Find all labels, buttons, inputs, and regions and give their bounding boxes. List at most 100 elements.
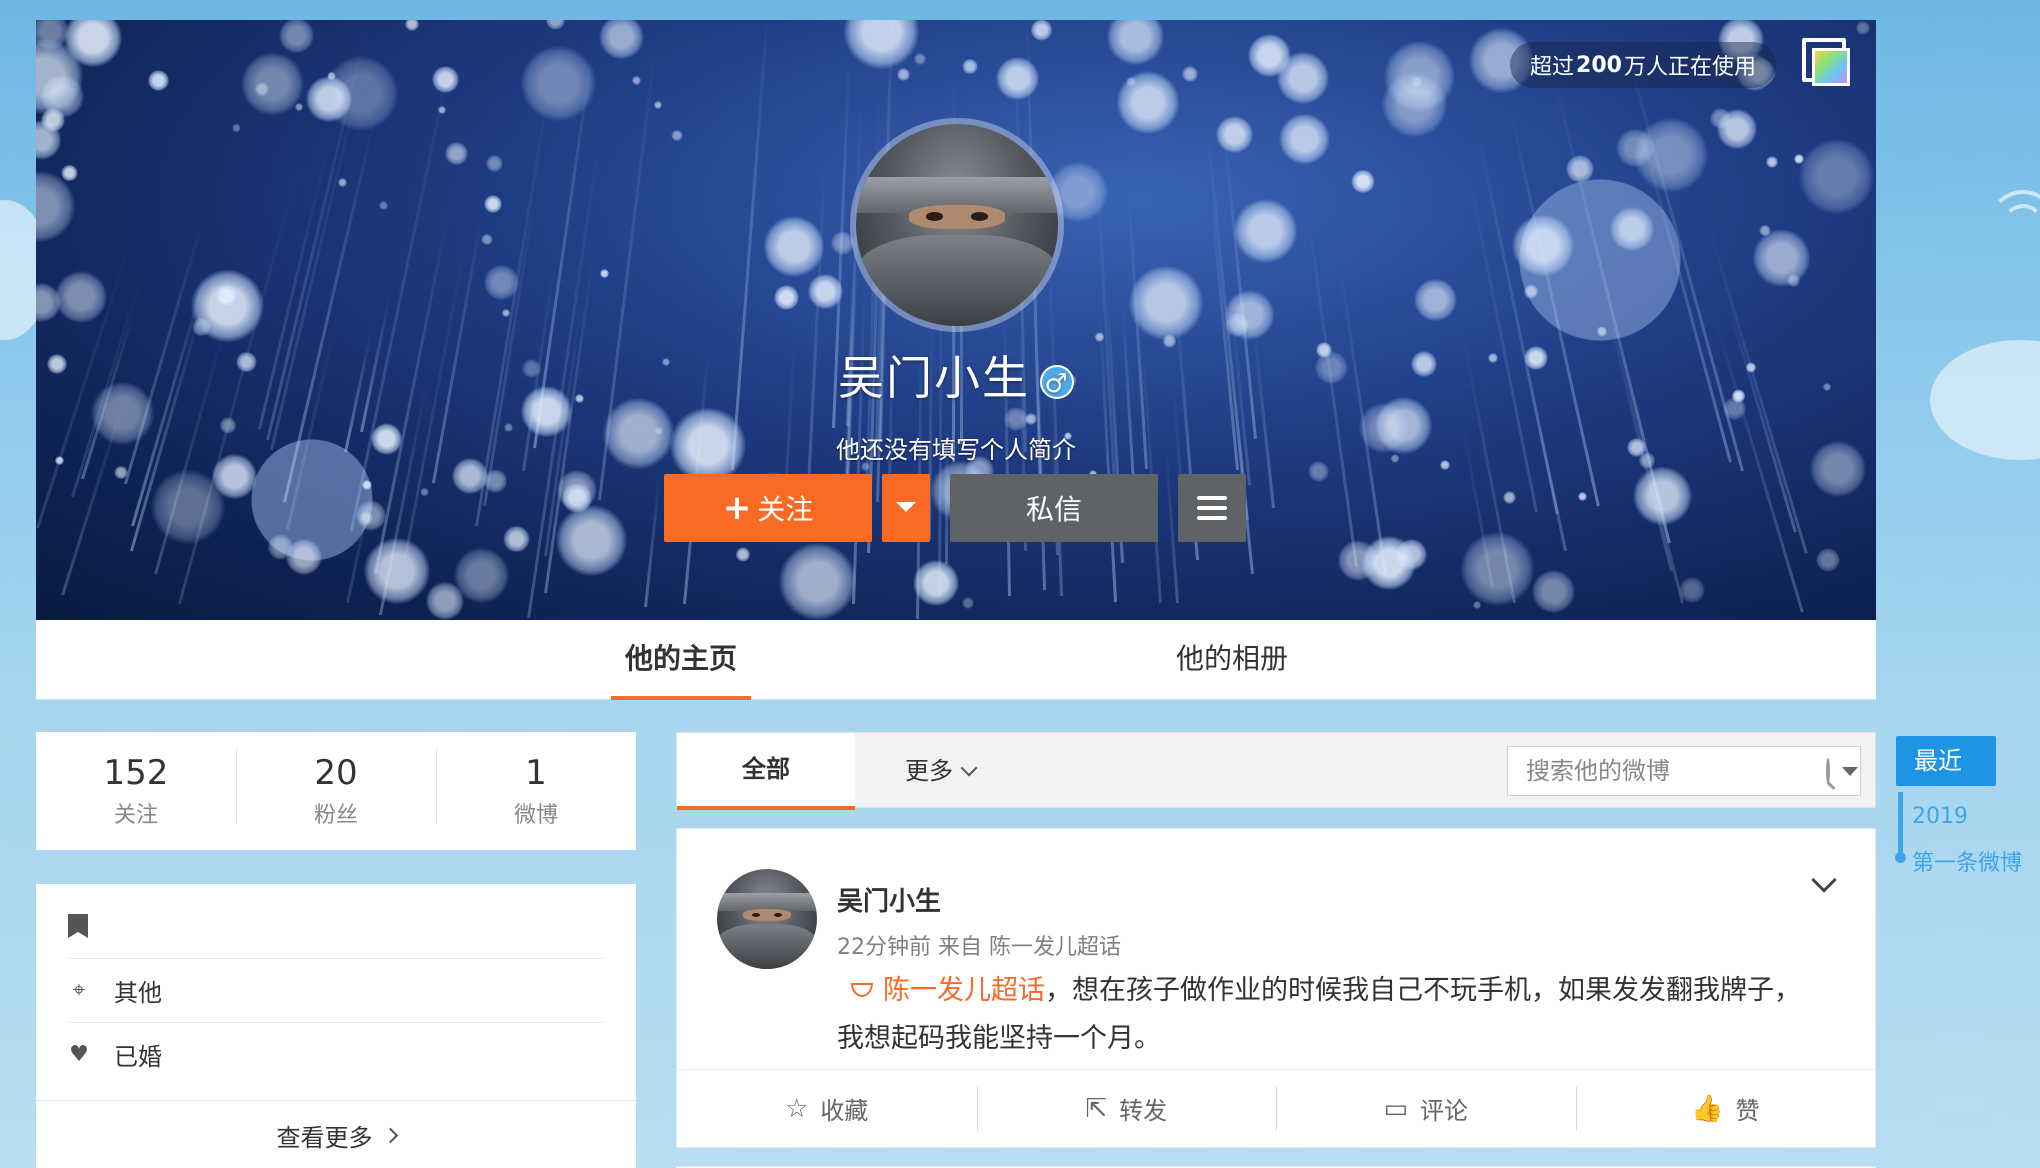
bokeh-light: [61, 164, 78, 182]
bokeh-light: [1030, 20, 1053, 41]
timeline-year[interactable]: 2019: [1912, 804, 1968, 829]
profile-bio: 他还没有填写个人简介: [836, 436, 1076, 464]
topic-link[interactable]: 陈一发儿超话: [883, 975, 1045, 1006]
bokeh-light: [773, 284, 799, 310]
bokeh-light: [1362, 535, 1417, 590]
see-more-label: 查看更多: [276, 1124, 373, 1152]
bokeh-light: [1816, 548, 1841, 573]
background-cloud: [1930, 340, 2040, 460]
bokeh-light: [1532, 569, 1575, 613]
message-button[interactable]: 私信: [950, 474, 1158, 542]
bokeh-light: [632, 75, 641, 85]
bokeh-light: [437, 106, 447, 115]
filter-more-dropdown[interactable]: 更多: [905, 733, 978, 809]
bokeh-light: [1094, 332, 1105, 342]
comment-label: 评论: [1420, 1097, 1469, 1125]
bokeh-light: [1596, 326, 1608, 337]
bokeh-light: [54, 271, 107, 324]
bokeh-light: [148, 69, 170, 91]
thumbs-up-icon: 👍: [1691, 1093, 1724, 1124]
avatar-image: [856, 124, 1058, 326]
bokeh-light: [962, 597, 975, 609]
bokeh-light: [1787, 274, 1801, 288]
bokeh-light: [1512, 214, 1574, 277]
profile-tabbar: 他的主页 他的相册: [36, 620, 1876, 700]
bokeh-light: [364, 538, 430, 604]
profile-name: 吴门小生: [838, 351, 1030, 405]
bokeh-light: [214, 283, 239, 308]
profile-avatar[interactable]: [850, 118, 1064, 332]
post-actions-bar: ☆ 收藏 ⇱ 转发 ▭ 评论 👍 赞: [677, 1069, 1875, 1147]
bokeh-light: [521, 46, 596, 121]
chevron-down-icon: [960, 759, 978, 777]
post-content: 陈一发儿超话，想在孩子做作业的时候我自己不玩手机，如果发发翻我牌子，我想起码我能…: [837, 967, 1817, 1063]
stat-posts-count: 1: [525, 753, 547, 793]
see-more-link[interactable]: 查看更多: [36, 1100, 636, 1168]
usage-badge[interactable]: 超过 200 万人正在使用: [1510, 42, 1776, 88]
bokeh-light: [913, 559, 960, 606]
bokeh-light: [232, 123, 241, 133]
bokeh-light: [445, 141, 469, 165]
bokeh-light: [1414, 279, 1457, 322]
bokeh-light: [545, 20, 565, 30]
skin-template-icon[interactable]: [1802, 38, 1854, 90]
stat-posts[interactable]: 1 微博: [436, 749, 636, 829]
bokeh-light: [1460, 532, 1535, 606]
like-button[interactable]: 👍 赞: [1575, 1087, 1876, 1131]
like-label: 赞: [1735, 1097, 1760, 1125]
bokeh-light: [735, 547, 751, 562]
search-input[interactable]: [1508, 747, 1826, 795]
timeline-line: [1898, 792, 1903, 856]
bokeh-light: [913, 53, 926, 66]
bokeh-light: [654, 101, 663, 110]
post-options-chevron-icon[interactable]: [1811, 867, 1837, 893]
post-author-name[interactable]: 吴门小生: [837, 881, 941, 918]
timeline-first-post[interactable]: 第一条微博: [1912, 845, 2022, 877]
info-row-location: ⌖ 其他: [68, 958, 604, 1022]
bokeh-light: [843, 20, 920, 70]
follow-dropdown-button[interactable]: [882, 474, 930, 542]
bokeh-light: [599, 20, 644, 60]
signal-decoration-icon: [1988, 180, 2040, 250]
timeline-recent[interactable]: 最近: [1896, 736, 1996, 786]
comment-button[interactable]: ▭ 评论: [1276, 1087, 1576, 1131]
bokeh-light: [1616, 128, 1655, 167]
profile-name-row: 吴门小生 ♂: [36, 342, 1876, 408]
bokeh-light: [1472, 600, 1482, 609]
bokeh-light: [1024, 413, 1037, 426]
search-dropdown-icon[interactable]: [1842, 766, 1858, 776]
bokeh-light: [1610, 207, 1654, 252]
bokeh-light: [1278, 113, 1330, 165]
stat-followers[interactable]: 20 粉丝: [236, 749, 436, 829]
follow-button[interactable]: + 关注: [664, 474, 872, 542]
bokeh-light: [483, 194, 503, 214]
menu-icon-line: [1197, 496, 1227, 500]
share-icon: ⇱: [1085, 1093, 1108, 1124]
chevron-right-icon: [382, 1127, 398, 1144]
super-topic-icon: [851, 982, 873, 997]
bokeh-light: [1125, 77, 1136, 88]
favorite-button[interactable]: ☆ 收藏: [677, 1091, 977, 1126]
search-icon[interactable]: [1826, 758, 1830, 784]
tab-home[interactable]: 他的主页: [611, 620, 751, 700]
repost-button[interactable]: ⇱ 转发: [976, 1087, 1277, 1131]
bokeh-light: [1523, 284, 1539, 299]
filter-all-tab[interactable]: 全部: [677, 733, 855, 810]
more-menu-button[interactable]: [1178, 474, 1246, 542]
stat-following[interactable]: 152 关注: [36, 753, 236, 829]
bokeh-light: [241, 53, 304, 116]
male-gender-icon: ♂: [1040, 364, 1074, 399]
bokeh-light: [1233, 199, 1298, 263]
feed-filter-bar: 全部 更多: [676, 732, 1876, 810]
bokeh-light: [897, 68, 910, 81]
stat-followers-label: 粉丝: [313, 803, 358, 828]
bokeh-light: [1856, 21, 1871, 36]
profile-info-card: ⌖ 其他 ♥ 已婚 查看更多: [36, 884, 636, 1168]
bokeh-light: [1759, 224, 1771, 237]
feed-post: 吴门小生 22分钟前 来自 陈一发儿超话 陈一发儿超话，想在孩子做作业的时候我自…: [676, 828, 1876, 1148]
bokeh-light: [323, 56, 399, 131]
post-author-avatar[interactable]: [717, 869, 817, 969]
bokeh-light: [995, 57, 1039, 100]
tab-album[interactable]: 他的相册: [1162, 620, 1302, 700]
filter-more-label: 更多: [905, 757, 953, 785]
